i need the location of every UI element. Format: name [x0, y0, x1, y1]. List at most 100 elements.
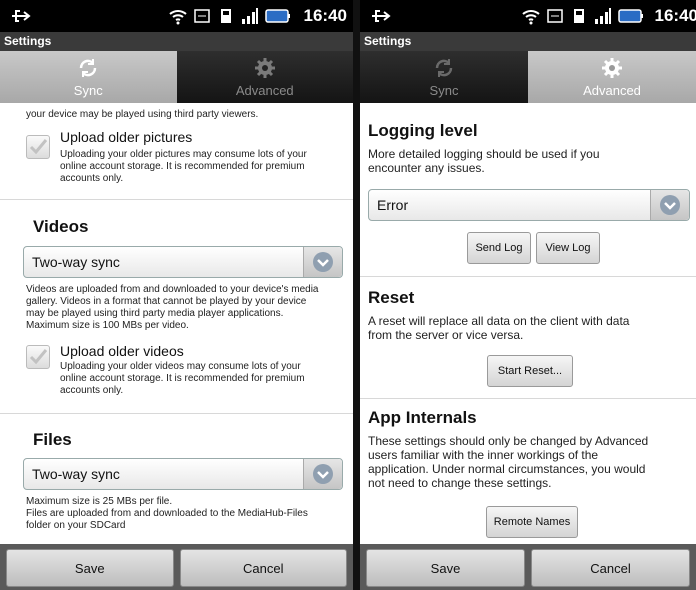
- desc-line: Videos are uploaded from and downloaded …: [26, 284, 319, 295]
- reset-title: Reset: [368, 288, 415, 307]
- desc-line: Files are uploaded from and downloaded t…: [26, 508, 308, 519]
- videos-section-title: Videos: [33, 217, 89, 236]
- check-icon: [29, 139, 48, 155]
- chevron-down-icon: [313, 464, 333, 484]
- wifi-icon: [169, 10, 187, 25]
- desc-line: online account storage. It is recommende…: [60, 373, 305, 384]
- upload-older-videos-desc: Uploading your older videos may consume …: [60, 361, 305, 397]
- upload-older-pictures-desc: Uploading your older pictures may consum…: [60, 149, 307, 185]
- logging-level-desc: More detailed logging should be used if …: [368, 147, 600, 175]
- tab-label: Sync: [429, 83, 459, 98]
- signal-icon: [595, 8, 611, 24]
- upload-older-pictures-checkbox[interactable]: [26, 135, 50, 159]
- cancel-button[interactable]: Cancel: [531, 549, 690, 587]
- bottom-action-bar: Save Cancel: [0, 544, 353, 590]
- sync-status-icon: [194, 9, 210, 23]
- app-title: Settings: [0, 32, 353, 51]
- desc-line: Uploading your older pictures may consum…: [60, 149, 307, 160]
- chevron-down-icon: [313, 252, 333, 272]
- status-time: 16:40: [303, 6, 347, 25]
- save-button[interactable]: Save: [366, 549, 525, 587]
- files-sync-dropdown[interactable]: Two-way sync: [23, 458, 343, 490]
- tab-label: Advanced: [235, 83, 294, 98]
- signal-icon: [242, 8, 258, 24]
- tab-label: Sync: [73, 83, 103, 98]
- status-bar: 16:40: [0, 0, 353, 32]
- tab-sync[interactable]: Sync: [0, 51, 177, 103]
- app-internals-desc: These settings should only be changed by…: [368, 434, 648, 490]
- logging-level-title: Logging level: [368, 121, 478, 140]
- files-description: Maximum size is 25 MBs per file. Files a…: [26, 496, 308, 532]
- cancel-button[interactable]: Cancel: [179, 549, 347, 587]
- desc-line: Maximum size is 100 MBs per video.: [26, 320, 189, 331]
- sd-icon: [574, 9, 584, 23]
- battery-icon: [265, 9, 290, 23]
- view-log-button[interactable]: View Log: [536, 232, 600, 264]
- advanced-settings-content[interactable]: Logging level More detailed logging shou…: [360, 103, 696, 544]
- desc-line: These settings should only be changed by…: [368, 434, 649, 448]
- gear-icon: [602, 58, 622, 78]
- dropdown-value: Two-way sync: [32, 466, 120, 482]
- desc-line: folder on your SDCard: [26, 520, 126, 531]
- desc-line: may be played using third party media pl…: [26, 308, 284, 319]
- gear-icon: [254, 58, 275, 78]
- dropdown-button[interactable]: [303, 459, 342, 489]
- dropdown-value: Two-way sync: [32, 254, 120, 270]
- sync-icon: [79, 59, 97, 77]
- upload-older-videos-title: Upload older videos: [60, 343, 184, 359]
- save-button[interactable]: Save: [6, 549, 174, 587]
- tab-bar: Sync Advanced: [0, 51, 353, 103]
- partial-description: your device may be played using third pa…: [26, 109, 259, 120]
- desc-line: encounter any issues.: [368, 161, 485, 175]
- videos-description: Videos are uploaded from and downloaded …: [26, 284, 318, 332]
- tab-bar: Sync Advanced: [360, 51, 696, 103]
- upload-older-pictures-title: Upload older pictures: [60, 129, 193, 145]
- chevron-down-icon: [660, 195, 680, 215]
- dropdown-button[interactable]: [650, 190, 689, 220]
- status-time: 16:40: [654, 6, 696, 25]
- desc-line: accounts only.: [60, 173, 124, 184]
- upload-older-videos-checkbox[interactable]: [26, 345, 50, 369]
- tab-sync[interactable]: Sync: [360, 51, 528, 103]
- tab-advanced[interactable]: Advanced: [528, 51, 696, 103]
- desc-line: not need to change these settings.: [368, 476, 552, 490]
- desc-line: More detailed logging should be used if …: [368, 147, 600, 161]
- left-screen: 16:40 Settings Sync Advanced your device…: [0, 0, 353, 590]
- screen-divider: [353, 0, 360, 590]
- desc-line: users familiar with the inner workings o…: [368, 448, 599, 462]
- sync-settings-content[interactable]: your device may be played using third pa…: [0, 103, 353, 544]
- desc-line: application. Under normal circumstances,…: [368, 462, 646, 476]
- usb-icon: [372, 10, 391, 22]
- divider: [360, 398, 696, 399]
- divider: [360, 276, 696, 277]
- bottom-action-bar: Save Cancel: [360, 544, 696, 590]
- dropdown-value: Error: [377, 197, 409, 213]
- desc-line: online account storage. It is recommende…: [60, 161, 305, 172]
- tab-advanced[interactable]: Advanced: [176, 51, 353, 103]
- files-section-title: Files: [33, 430, 72, 449]
- desc-line: Maximum size is 25 MBs per file.: [26, 496, 173, 507]
- right-screen: 16:40 Settings Sync Advanced Logging lev…: [360, 0, 696, 590]
- logging-level-dropdown[interactable]: Error: [368, 189, 690, 221]
- usb-icon: [12, 10, 31, 22]
- desc-line: from the server or vice versa.: [368, 328, 524, 342]
- app-internals-title: App Internals: [368, 408, 477, 427]
- sync-status-icon: [547, 9, 563, 23]
- reset-desc: A reset will replace all data on the cli…: [368, 314, 629, 342]
- tab-label: Advanced: [583, 83, 641, 98]
- desc-line: gallery. Videos in a format that cannot …: [26, 296, 307, 307]
- sync-icon: [435, 59, 453, 77]
- remote-names-button[interactable]: Remote Names: [486, 506, 578, 538]
- desc-line: Uploading your older videos may consume …: [60, 361, 301, 372]
- desc-line: accounts only.: [60, 385, 124, 396]
- divider: [0, 413, 353, 414]
- send-log-button[interactable]: Send Log: [467, 232, 531, 264]
- videos-sync-dropdown[interactable]: Two-way sync: [23, 246, 343, 278]
- desc-line: A reset will replace all data on the cli…: [368, 314, 630, 328]
- check-icon: [29, 349, 48, 365]
- dropdown-button[interactable]: [303, 247, 342, 277]
- battery-icon: [618, 9, 643, 23]
- start-reset-button[interactable]: Start Reset...: [487, 355, 573, 387]
- divider: [0, 199, 353, 200]
- wifi-icon: [522, 10, 540, 25]
